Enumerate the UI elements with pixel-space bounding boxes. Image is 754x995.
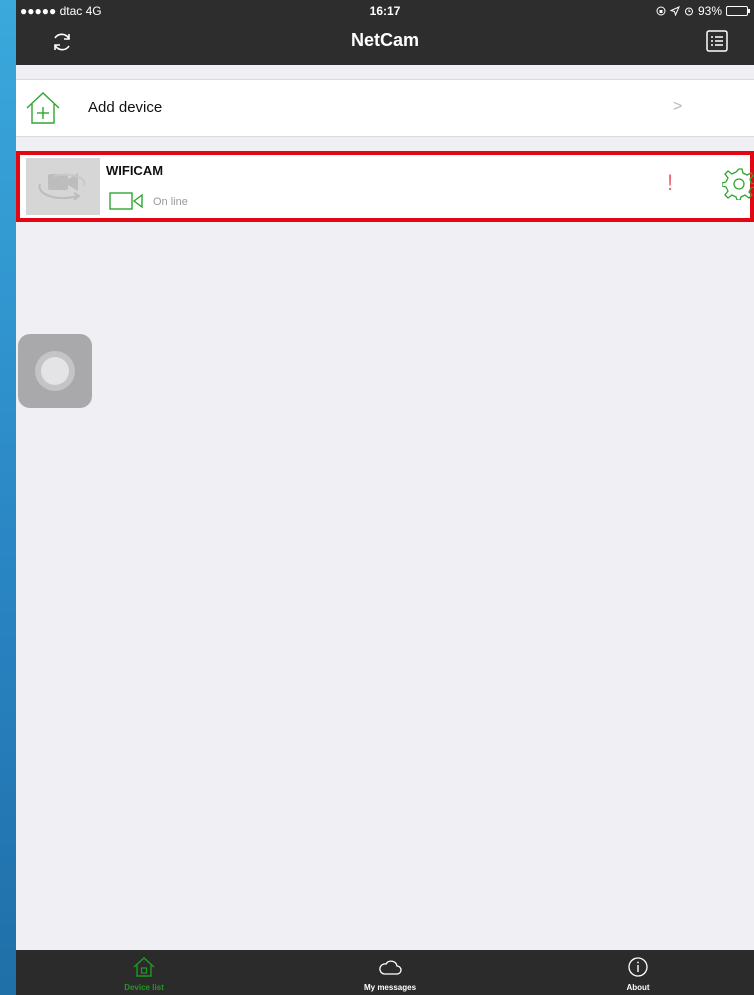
status-right: 93%: [656, 4, 750, 18]
home-icon: [133, 957, 155, 977]
battery-icon: [726, 6, 750, 16]
status-bar: ●●●●● dtac 4G 16:17 93%: [16, 0, 754, 20]
tab-label: Device list: [124, 983, 164, 992]
tab-label: About: [626, 983, 650, 992]
app-screen: ●●●●● dtac 4G 16:17 93% NetCam Add devic…: [16, 0, 754, 995]
tab-my-messages[interactable]: My messages: [330, 950, 450, 995]
camera-placeholder-icon: [26, 158, 100, 215]
add-device-row[interactable]: Add device >: [16, 79, 754, 137]
lock-rotation-icon: [656, 6, 666, 16]
tab-device-list[interactable]: Device list: [84, 950, 204, 995]
tab-bar: Device list My messages About: [16, 950, 754, 995]
chevron-right-icon: >: [673, 98, 683, 115]
page-title: NetCam: [350, 30, 420, 50]
alarm-icon: [684, 7, 693, 16]
info-icon: [628, 957, 648, 977]
top-bar: ●●●●● dtac 4G 16:17 93% NetCam: [16, 0, 754, 65]
add-home-icon: [26, 92, 60, 124]
add-device-label: Add device: [88, 99, 163, 116]
assistive-touch-button[interactable]: [18, 334, 92, 408]
tab-label: My messages: [363, 983, 417, 992]
location-icon: [669, 6, 680, 16]
alert-icon[interactable]: !: [667, 172, 673, 194]
device-row-wificam[interactable]: WIFICAM On line !: [16, 151, 754, 222]
video-camera-icon: [109, 192, 143, 210]
gear-icon[interactable]: [722, 166, 754, 200]
battery-percent: 93%: [697, 4, 722, 18]
tab-about[interactable]: About: [578, 950, 698, 995]
clock-label: 16:17: [369, 4, 401, 18]
device-status: On line: [153, 196, 188, 208]
cloud-icon: [379, 960, 402, 975]
list-icon[interactable]: [705, 29, 729, 53]
assistive-dot: [41, 357, 69, 385]
device-name: WIFICAM: [106, 163, 164, 178]
